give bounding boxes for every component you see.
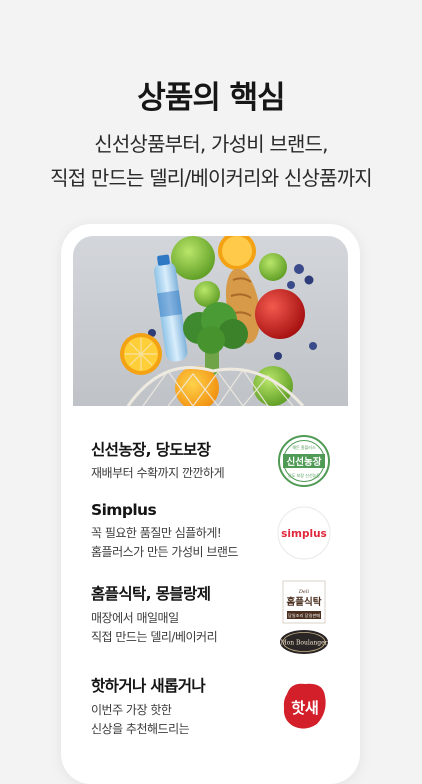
headline: 상품의 핵심 xyxy=(137,80,285,116)
deli-small-text: Deli xyxy=(298,589,310,595)
subline-2: 직접 만드는 델리/베이커리와 신상품까지 xyxy=(50,166,373,190)
fresh-farm-logo-text: 신선농장 xyxy=(287,456,322,468)
fresh-farm-logo-icon: 신선농장 해든 홈플러스 당도 보장 신선농장 xyxy=(277,434,331,492)
produce-hero-image xyxy=(73,236,348,406)
fresh-farm-arc-bottom: 당도 보장 신선농장 xyxy=(288,472,320,478)
hot-new-logo-text: 핫새 xyxy=(291,699,319,717)
phone-card: 신선농장, 당도보장 재배부터 수확까지 깐깐하게 신선농장 해든 홈플러스 당… xyxy=(61,224,360,784)
hot-new-logo-icon: 핫새 xyxy=(281,680,329,736)
mon-boulanger-text: Mon Boulanger xyxy=(280,640,327,647)
subline-1: 신선상품부터, 가성비 브랜드, xyxy=(94,132,328,156)
deli-logo-icon: Deli 홈플식탁 당일조리 당일판매 xyxy=(282,580,326,628)
mon-boulanger-logo-icon: Mon Boulanger xyxy=(279,629,329,659)
deli-logo-text: 홈플식탁 xyxy=(287,596,322,608)
deli-badge-text: 당일조리 당일판매 xyxy=(288,612,320,619)
fresh-farm-arc-top: 해든 홈플러스 xyxy=(292,444,316,450)
simplus-logo-text: simplus xyxy=(281,528,327,540)
simplus-logo-icon: simplus xyxy=(277,506,331,564)
